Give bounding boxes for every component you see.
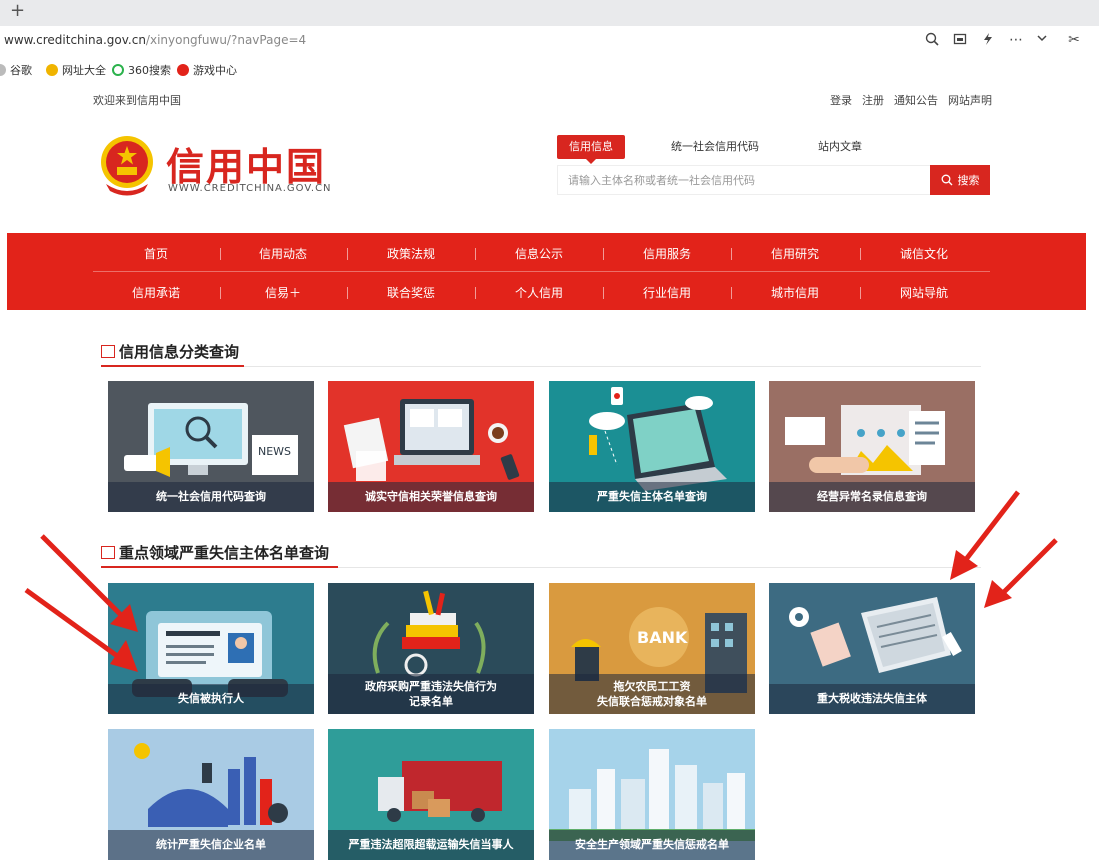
nav-item-row1-6[interactable]: 诚信文化	[869, 245, 979, 262]
nav-separator	[731, 287, 732, 299]
nav-item-row2-3[interactable]: 个人信用	[484, 284, 594, 301]
tab-social-credit-code[interactable]: 统一社会信用代码	[659, 135, 771, 159]
card-gov-procurement[interactable]: 政府采购严重违法失信行为 记录名单	[328, 583, 534, 714]
bookmark-360[interactable]: 360搜索	[112, 62, 171, 78]
nav-separator	[731, 248, 732, 260]
tab-credit-info[interactable]: 信用信息	[557, 135, 625, 164]
card-caption: 严重违法超限超载运输失信当事人	[328, 830, 534, 860]
url-host: www.creditchina.gov.cn	[4, 33, 146, 47]
url-text[interactable]: www.creditchina.gov.cn/xinyongfuwu/?navP…	[4, 33, 306, 47]
card-caption: 失信被执行人	[108, 684, 314, 714]
search-box	[557, 165, 930, 195]
bookmark-icon	[112, 64, 124, 76]
nav-item-row1-0[interactable]: 首页	[101, 245, 211, 262]
welcome-text: 欢迎来到信用中国	[93, 94, 181, 107]
nav-item-row2-6[interactable]: 网站导航	[869, 284, 979, 301]
bookmark-icon	[177, 64, 189, 76]
bookmark-wangzhi[interactable]: 网址大全	[46, 62, 106, 78]
nav-item-row1-5[interactable]: 信用研究	[740, 245, 850, 262]
card-caption: 政府采购严重违法失信行为 记录名单	[328, 674, 534, 714]
nav-separator	[220, 287, 221, 299]
nav-divider	[93, 271, 990, 272]
nav-separator	[603, 248, 604, 260]
url-path: /xinyongfuwu/?navPage=4	[145, 33, 307, 47]
section-icon	[101, 345, 115, 358]
more-icon[interactable]: ⋯	[1006, 32, 1026, 48]
card-honor-query[interactable]: 诚实守信相关荣誉信息查询	[328, 381, 534, 512]
search-icon	[941, 174, 952, 186]
notice-link[interactable]: 通知公告	[894, 92, 938, 108]
nav-separator	[603, 287, 604, 299]
tab-site-articles[interactable]: 站内文章	[806, 135, 874, 159]
new-tab-button[interactable]: +	[10, 0, 25, 21]
nav-separator	[860, 287, 861, 299]
section-underline-accent	[101, 365, 244, 367]
lightning-icon[interactable]	[978, 32, 998, 50]
nav-item-row2-5[interactable]: 城市信用	[740, 284, 850, 301]
card-statistics-dishonest-enterprise[interactable]: 统计严重失信企业名单	[108, 729, 314, 860]
scissors-icon[interactable]: ✂	[1064, 32, 1084, 48]
nav-item-row2-1[interactable]: 信易＋	[228, 284, 338, 301]
nav-separator	[860, 248, 861, 260]
card-caption: 拖欠农民工工资 失信联合惩戒对象名单	[549, 674, 755, 714]
section-title-categories: 信用信息分类查询	[101, 341, 239, 362]
nav-separator	[220, 248, 221, 260]
address-bar[interactable]: www.creditchina.gov.cn/xinyongfuwu/?navP…	[0, 28, 1099, 54]
card-overloaded-transport[interactable]: 严重违法超限超载运输失信当事人	[328, 729, 534, 860]
card-caption: 严重失信主体名单查询	[549, 482, 755, 512]
statement-link[interactable]: 网站声明	[948, 92, 992, 108]
card-work-safety[interactable]: 安全生产领域严重失信惩戒名单	[549, 729, 755, 860]
bookmark-games[interactable]: 游戏中心	[177, 62, 237, 78]
nav-item-row1-3[interactable]: 信息公示	[484, 245, 594, 262]
search-input[interactable]	[558, 166, 930, 194]
chevron-down-icon[interactable]	[1032, 32, 1052, 48]
screenshot-icon[interactable]	[950, 32, 970, 50]
bookmark-icon	[46, 64, 58, 76]
zoom-icon[interactable]	[922, 32, 942, 50]
nav-separator	[347, 287, 348, 299]
nav-item-row1-2[interactable]: 政策法规	[356, 245, 466, 262]
card-caption: 统计严重失信企业名单	[108, 830, 314, 860]
card-caption: 重大税收违法失信主体	[769, 684, 975, 714]
card-unpaid-migrant-wages[interactable]: BANK 拖欠农民工工资 失信联合惩戒对象名单	[549, 583, 755, 714]
nav-separator	[475, 287, 476, 299]
nav-separator	[347, 248, 348, 260]
nav-item-row2-4[interactable]: 行业信用	[612, 284, 722, 301]
annotation-arrow-right	[950, 490, 1058, 608]
card-caption: 诚实守信相关荣誉信息查询	[328, 482, 534, 512]
card-caption: 统一社会信用代码查询	[108, 482, 314, 512]
login-link[interactable]: 登录	[830, 92, 852, 108]
card-credit-code-query[interactable]: NEWS 统一社会信用代码查询	[108, 381, 314, 512]
nav-separator	[475, 248, 476, 260]
site-logo-subtitle: WWW.CREDITCHINA.GOV.CN	[168, 183, 332, 194]
nav-item-row1-4[interactable]: 信用服务	[612, 245, 722, 262]
bookmark-google[interactable]: 谷歌	[0, 62, 32, 78]
svg-text:NEWS: NEWS	[258, 445, 291, 458]
card-serious-dishonest-query[interactable]: 严重失信主体名单查询	[549, 381, 755, 512]
tab-strip: +	[0, 0, 1099, 26]
svg-text:BANK: BANK	[637, 628, 688, 647]
card-caption: 安全生产领域严重失信惩戒名单	[549, 830, 755, 860]
search-button[interactable]: 搜索	[930, 165, 990, 195]
register-link[interactable]: 注册	[862, 92, 884, 108]
nav-item-row1-1[interactable]: 信用动态	[228, 245, 338, 262]
nav-item-row2-2[interactable]: 联合奖惩	[356, 284, 466, 301]
annotation-arrow-left	[24, 534, 138, 672]
bookmarks-bar: 谷歌 网址大全 360搜索 游戏中心	[0, 58, 1099, 80]
nav-item-row2-0[interactable]: 信用承诺	[101, 284, 211, 301]
national-emblem-logo[interactable]	[98, 134, 156, 196]
